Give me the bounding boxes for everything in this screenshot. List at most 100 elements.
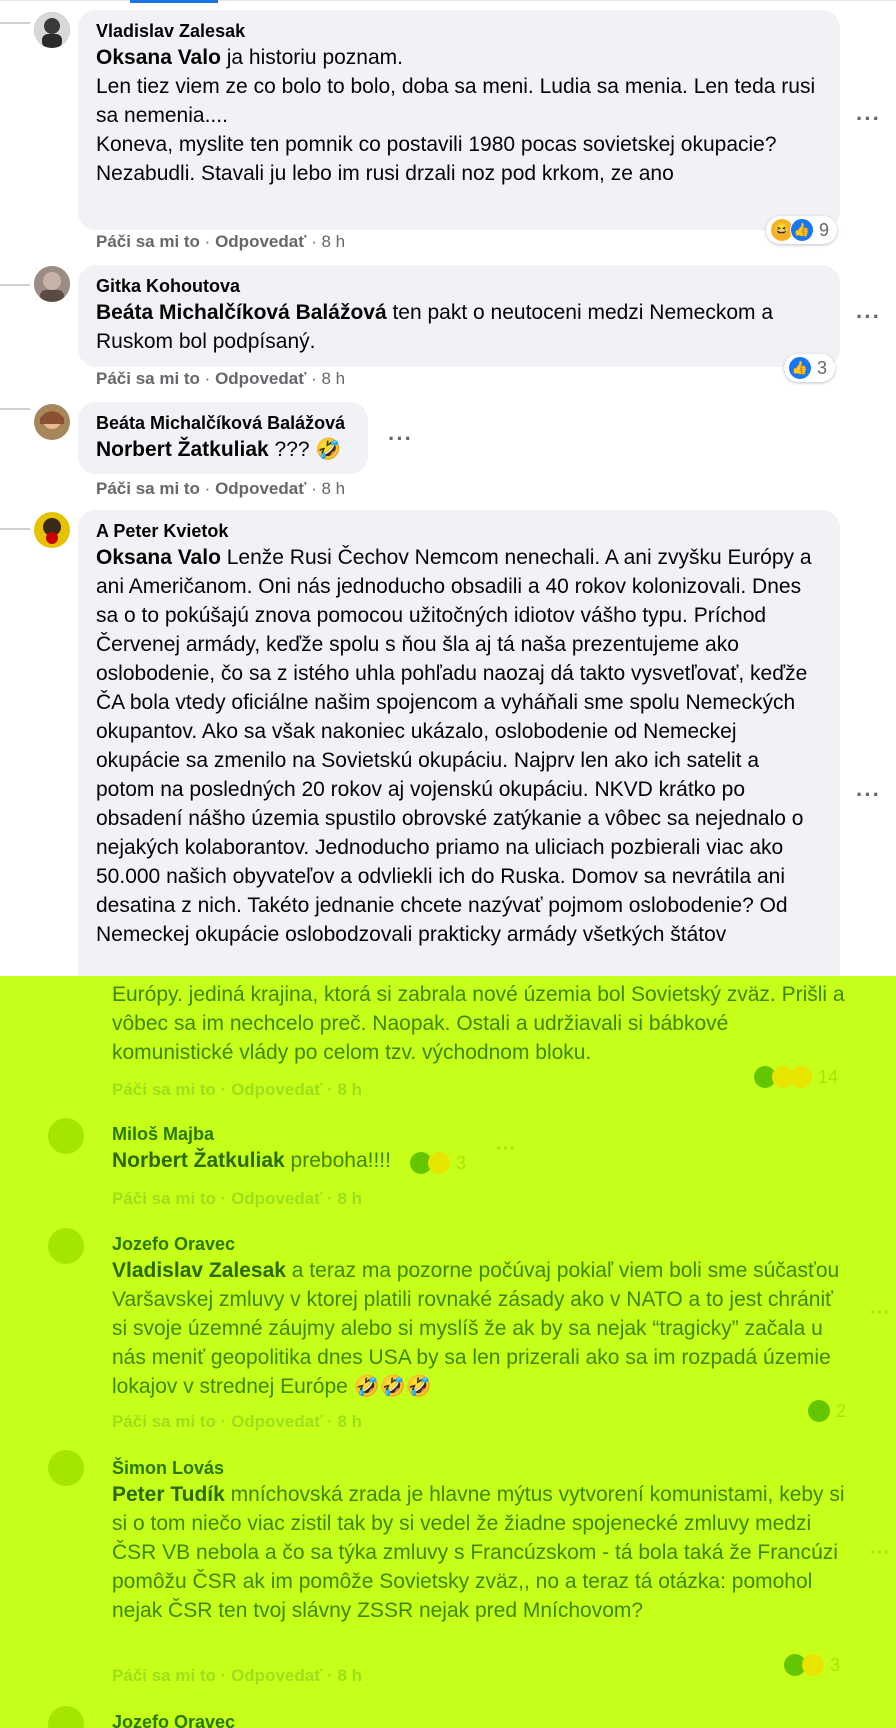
separator: · xyxy=(220,1080,227,1099)
comment-actions: Páči sa mi to · Odpovedať · 8 h xyxy=(112,1412,362,1432)
avatar-image xyxy=(34,266,70,302)
highlight-overlay: Európy. jediná krajina, ktorá si zabrala… xyxy=(0,976,896,1728)
comment-author[interactable]: Šimon Lovás xyxy=(112,1456,224,1480)
more-options-icon[interactable]: ··· xyxy=(496,1138,516,1161)
comment-bubble: Gitka Kohoutova Beáta Michalčíková Baláž… xyxy=(78,265,840,367)
reaction-summary[interactable]: 👍 3 xyxy=(784,354,836,382)
comment-author[interactable]: Jozefo Oravec xyxy=(112,1710,235,1728)
separator: · xyxy=(204,232,211,251)
thread-line xyxy=(0,408,30,410)
comment-actions: Páči sa mi to · Odpovedať · 8 h xyxy=(112,1189,362,1209)
reply-link[interactable]: Odpovedať xyxy=(231,1080,322,1099)
avatar-image xyxy=(34,404,70,440)
comment-author[interactable]: Miloš Majba xyxy=(112,1122,214,1146)
avatar[interactable] xyxy=(34,266,70,302)
timestamp[interactable]: 8 h xyxy=(322,232,346,251)
separator: · xyxy=(327,1189,333,1208)
reaction-summary[interactable]: 😆 👍 9 xyxy=(766,216,838,244)
separator: · xyxy=(311,479,317,498)
comment-body: Lenže Rusi Čechov Nemcom nenechali. A an… xyxy=(96,546,812,946)
avatar[interactable] xyxy=(34,404,70,440)
timestamp[interactable]: 8 h xyxy=(338,1666,363,1685)
thread-line xyxy=(0,528,30,530)
reaction-summary[interactable]: 2 xyxy=(808,1400,846,1422)
separator: · xyxy=(311,369,317,388)
mention[interactable]: Vladislav Zalesak xyxy=(112,1259,286,1282)
reply-link[interactable]: Odpovedať xyxy=(231,1412,322,1431)
reaction-summary[interactable]: 14 xyxy=(754,1066,838,1088)
like-link[interactable]: Páči sa mi to xyxy=(112,1080,216,1099)
comment-text: Oksana Valo Lenže Rusi Čechov Nemcom nen… xyxy=(96,543,822,949)
mention[interactable]: Norbert Žatkuliak xyxy=(96,438,269,461)
comment-author[interactable]: Beáta Michalčíková Balážová xyxy=(96,411,350,435)
comment-author[interactable]: Vladislav Zalesak xyxy=(96,19,822,43)
timestamp[interactable]: 8 h xyxy=(338,1412,363,1431)
comment-text: Beáta Michalčíková Balážová ten pakt o n… xyxy=(96,298,822,356)
more-options-icon[interactable]: ··· xyxy=(856,106,881,132)
more-options-icon[interactable]: ··· xyxy=(856,782,881,808)
comment-body: preboha!!!! xyxy=(284,1149,391,1172)
thread-line xyxy=(0,22,30,24)
more-options-icon[interactable]: ··· xyxy=(856,304,881,330)
avatar-image xyxy=(34,12,70,48)
separator: · xyxy=(220,1189,227,1208)
thread-line xyxy=(0,284,30,286)
timestamp[interactable]: 8 h xyxy=(338,1080,363,1099)
mention[interactable]: Oksana Valo xyxy=(96,546,221,569)
comment-text: Peter Tudík mníchovská zrada je hlavne m… xyxy=(112,1480,852,1625)
like-link[interactable]: Páči sa mi to xyxy=(96,369,200,388)
timestamp[interactable]: 8 h xyxy=(338,1189,363,1208)
reply-link[interactable]: Odpovedať xyxy=(231,1189,322,1208)
care-reaction-icon xyxy=(428,1152,450,1174)
wow-reaction-icon xyxy=(802,1654,824,1676)
like-link[interactable]: Páči sa mi to xyxy=(112,1189,216,1208)
comment-text: Norbert Žatkuliak ??? 🤣 xyxy=(96,435,350,464)
avatar[interactable] xyxy=(48,1706,84,1728)
reaction-count: 9 xyxy=(819,219,830,240)
like-link[interactable]: Páči sa mi to xyxy=(96,479,200,498)
avatar[interactable] xyxy=(48,1118,84,1154)
reply-link[interactable]: Odpovedať xyxy=(215,232,306,251)
reply-link[interactable]: Odpovedať xyxy=(231,1666,322,1685)
separator: · xyxy=(327,1080,333,1099)
reaction-summary[interactable]: 3 xyxy=(410,1152,466,1174)
reaction-count: 3 xyxy=(830,1654,841,1675)
like-reaction-icon: 👍 xyxy=(788,356,812,380)
comment-text: Vladislav Zalesak a teraz ma pozorne poč… xyxy=(112,1256,852,1401)
mention[interactable]: Peter Tudík xyxy=(112,1483,225,1506)
mention[interactable]: Beáta Michalčíková Balážová xyxy=(96,301,387,324)
comment-actions: Páči sa mi to · Odpovedať · 8 h xyxy=(96,369,345,389)
comment-bubble: A Peter Kvietok Oksana Valo Lenže Rusi Č… xyxy=(78,510,840,1010)
reaction-count: 3 xyxy=(456,1152,467,1173)
like-link[interactable]: Páči sa mi to xyxy=(112,1666,216,1685)
more-options-icon[interactable]: ··· xyxy=(388,426,413,452)
avatar-image xyxy=(34,512,70,548)
avatar[interactable] xyxy=(34,512,70,548)
comment-actions: Páči sa mi to · Odpovedať · 8 h xyxy=(96,232,345,252)
mention[interactable]: Oksana Valo xyxy=(96,46,221,69)
comment-bubble: Beáta Michalčíková Balážová Norbert Žatk… xyxy=(78,402,368,474)
reaction-count: 3 xyxy=(817,357,828,378)
comment-author[interactable]: A Peter Kvietok xyxy=(96,519,822,543)
separator: · xyxy=(327,1412,333,1431)
separator: · xyxy=(327,1666,333,1685)
comment-author[interactable]: Jozefo Oravec xyxy=(112,1232,235,1256)
reaction-summary[interactable]: 3 xyxy=(784,1654,840,1676)
mention[interactable]: Norbert Žatkuliak xyxy=(112,1149,285,1172)
like-link[interactable]: Páči sa mi to xyxy=(112,1412,216,1431)
avatar[interactable] xyxy=(48,1450,84,1486)
timestamp[interactable]: 8 h xyxy=(322,479,346,498)
like-link[interactable]: Páči sa mi to xyxy=(96,232,200,251)
more-options-icon[interactable]: ··· xyxy=(870,1542,890,1565)
reply-link[interactable]: Odpovedať xyxy=(215,369,306,388)
more-options-icon[interactable]: ··· xyxy=(870,1302,890,1325)
avatar[interactable] xyxy=(34,12,70,48)
comment-text-continued: Európy. jediná krajina, ktorá si zabrala… xyxy=(112,983,845,1064)
separator: · xyxy=(204,479,211,498)
comment-author[interactable]: Gitka Kohoutova xyxy=(96,274,822,298)
timestamp[interactable]: 8 h xyxy=(322,369,346,388)
avatar[interactable] xyxy=(48,1228,84,1264)
comment-actions: Páči sa mi to · Odpovedať · 8 h xyxy=(112,1080,362,1100)
reply-link[interactable]: Odpovedať xyxy=(215,479,306,498)
separator: · xyxy=(204,369,211,388)
